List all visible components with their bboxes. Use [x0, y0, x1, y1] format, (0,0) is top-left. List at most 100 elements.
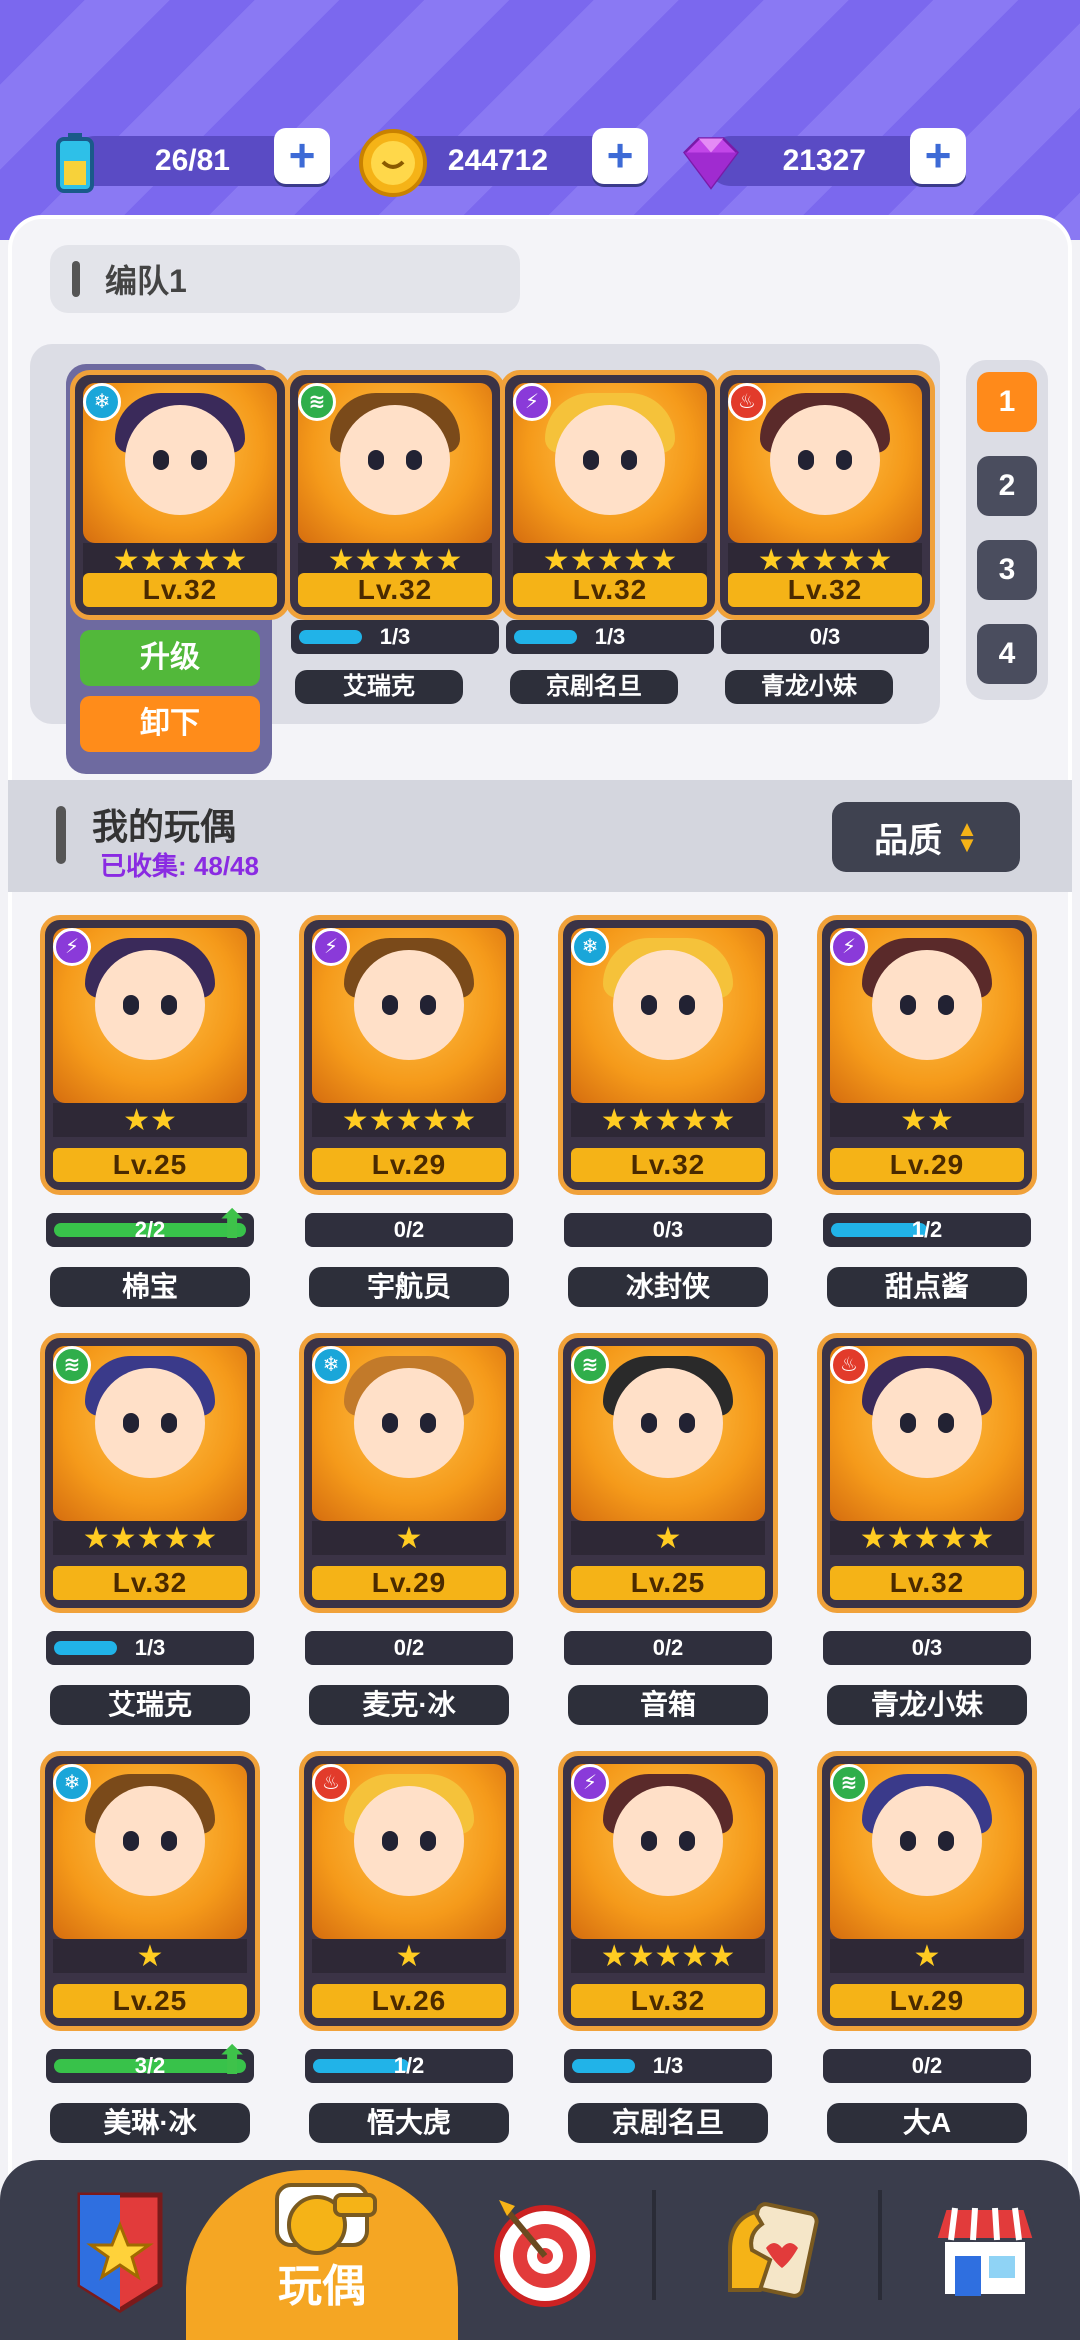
doll-name: 青龙小妹 — [827, 1685, 1027, 1725]
doll-card[interactable]: ⚡ ★★★★★ Lv.32 — [558, 1751, 778, 2031]
doll-card[interactable]: ⚡ ★★ Lv.25 — [40, 915, 260, 1195]
team-tabs: 1 2 3 4 — [966, 360, 1048, 700]
doll-card[interactable]: ≋ ★★★★★ Lv.32 — [40, 1333, 260, 1613]
doll-card[interactable]: ❄ ★ Lv.25 — [40, 1751, 260, 2031]
star-rating: ★★★★★ — [83, 543, 277, 577]
coin-resource: 244712 + — [358, 128, 648, 197]
character-face — [354, 950, 464, 1060]
progress-text: 1/3 — [594, 624, 626, 649]
upgrade-arrow-icon: ⬆ — [215, 2039, 249, 2083]
doll-card[interactable]: ≋ ★ Lv.25 — [558, 1333, 778, 1613]
character-face — [125, 405, 235, 515]
character-face — [613, 1368, 723, 1478]
shop-icon[interactable] — [905, 2170, 1065, 2330]
add-gems-button[interactable]: + — [910, 128, 966, 184]
doll-card[interactable]: ⚡ ★★ Lv.29 — [817, 915, 1037, 1195]
team-member-card[interactable]: ⚡ ★★★★★ Lv.32 — [500, 370, 720, 620]
level-label: Lv.29 — [830, 1984, 1024, 2018]
progress-text: 1/2 — [393, 2053, 425, 2078]
cards-icon[interactable] — [685, 2170, 845, 2330]
level-label: Lv.32 — [571, 1984, 765, 2018]
doll-card[interactable]: ≋ ★ Lv.29 — [817, 1751, 1037, 2031]
ice-element-icon: ❄ — [83, 383, 121, 421]
progress-text: 0/2 — [393, 1635, 425, 1660]
character-face — [555, 405, 665, 515]
doll-card[interactable]: ❄ ★★★★★ Lv.32 — [558, 915, 778, 1195]
character-face — [770, 405, 880, 515]
doll-card[interactable]: ⚡ ★★★★★ Lv.29 — [299, 915, 519, 1195]
doll-card[interactable]: ♨ ★ Lv.26 — [299, 1751, 519, 2031]
level-label: Lv.32 — [83, 573, 277, 607]
doll-name: 艾瑞克 — [50, 1685, 250, 1725]
team-member-card[interactable]: ♨ ★★★★★ Lv.32 — [715, 370, 935, 620]
add-coins-button[interactable]: + — [592, 128, 648, 184]
badge-icon[interactable] — [40, 2170, 200, 2330]
diamond-icon — [676, 128, 746, 198]
fire-element-icon: ♨ — [728, 383, 766, 421]
doll-progress: 0/2 — [305, 1213, 513, 1247]
star-rating: ★ — [830, 1939, 1024, 1973]
upgrade-button[interactable]: 升级 — [80, 630, 260, 686]
level-label: Lv.25 — [571, 1566, 765, 1600]
doll-progress: 0/2 — [564, 1631, 772, 1665]
doll-card[interactable]: ❄ ★ Lv.29 — [299, 1333, 519, 1613]
doll-name: 大A — [827, 2103, 1027, 2143]
ice-element-icon: ❄ — [571, 928, 609, 966]
doll-card[interactable]: ♨ ★★★★★ Lv.32 — [817, 1333, 1037, 1613]
star-rating: ★ — [53, 1939, 247, 1973]
character-face — [95, 950, 205, 1060]
progress-text: 0/2 — [393, 1217, 425, 1242]
team-tab-4[interactable]: 4 — [977, 624, 1037, 684]
character-face — [613, 1786, 723, 1896]
level-label: Lv.32 — [571, 1148, 765, 1182]
target-icon[interactable] — [465, 2170, 625, 2330]
lightning-element-icon: ⚡ — [513, 383, 551, 421]
fire-element-icon: ♨ — [830, 1346, 868, 1384]
progress-text: 1/3 — [134, 1635, 166, 1660]
level-label: Lv.32 — [298, 573, 492, 607]
collected-label: 已收集: — [100, 851, 187, 881]
level-label: Lv.29 — [312, 1148, 506, 1182]
fire-element-icon: ♨ — [312, 1764, 350, 1802]
team-member-progress: 1/3 — [506, 620, 714, 654]
level-label: Lv.26 — [312, 1984, 506, 2018]
lightning-element-icon: ⚡ — [830, 928, 868, 966]
team-member-name: 艾瑞克 — [295, 670, 463, 704]
star-rating: ★★★★★ — [571, 1939, 765, 1973]
star-rating: ★★★★★ — [571, 1103, 765, 1137]
add-energy-button[interactable]: + — [274, 128, 330, 184]
team-member-card[interactable]: ≋ ★★★★★ Lv.32 — [285, 370, 505, 620]
quality-sort-button[interactable]: 品质 ▲ ▼ — [832, 802, 1020, 872]
level-label: Lv.32 — [830, 1566, 1024, 1600]
wind-element-icon: ≋ — [298, 383, 336, 421]
character-face — [95, 1368, 205, 1478]
wind-element-icon: ≋ — [830, 1764, 868, 1802]
star-rating: ★★★★★ — [312, 1103, 506, 1137]
character-face — [354, 1786, 464, 1896]
star-rating: ★★★★★ — [728, 543, 922, 577]
energy-resource: 26/81 + — [40, 128, 330, 193]
ice-element-icon: ❄ — [312, 1346, 350, 1384]
star-rating: ★ — [312, 1521, 506, 1555]
progress-text: 0/2 — [911, 2053, 943, 2078]
team-tab-2[interactable]: 2 — [977, 456, 1037, 516]
doll-progress: 1/3 — [564, 2049, 772, 2083]
unload-button[interactable]: 卸下 — [80, 696, 260, 752]
doll-name: 甜点酱 — [827, 1267, 1027, 1307]
team-tab-1[interactable]: 1 — [977, 372, 1037, 432]
star-rating: ★★ — [53, 1103, 247, 1137]
progress-text: 1/3 — [379, 624, 411, 649]
star-rating: ★★ — [830, 1103, 1024, 1137]
star-rating: ★ — [571, 1521, 765, 1555]
collected-value: 48/48 — [193, 851, 259, 881]
wind-element-icon: ≋ — [53, 1346, 91, 1384]
team-member-progress: 1/3 — [291, 620, 499, 654]
lightning-element-icon: ⚡ — [312, 928, 350, 966]
doll-name: 冰封侠 — [568, 1267, 768, 1307]
team-tab-3[interactable]: 3 — [977, 540, 1037, 600]
team-member-card[interactable]: ❄ ★★★★★ Lv.32 — [70, 370, 290, 620]
star-rating: ★★★★★ — [830, 1521, 1024, 1555]
level-label: Lv.32 — [513, 573, 707, 607]
team-name-field[interactable]: 编队1 — [50, 245, 520, 313]
battery-icon — [40, 128, 110, 198]
